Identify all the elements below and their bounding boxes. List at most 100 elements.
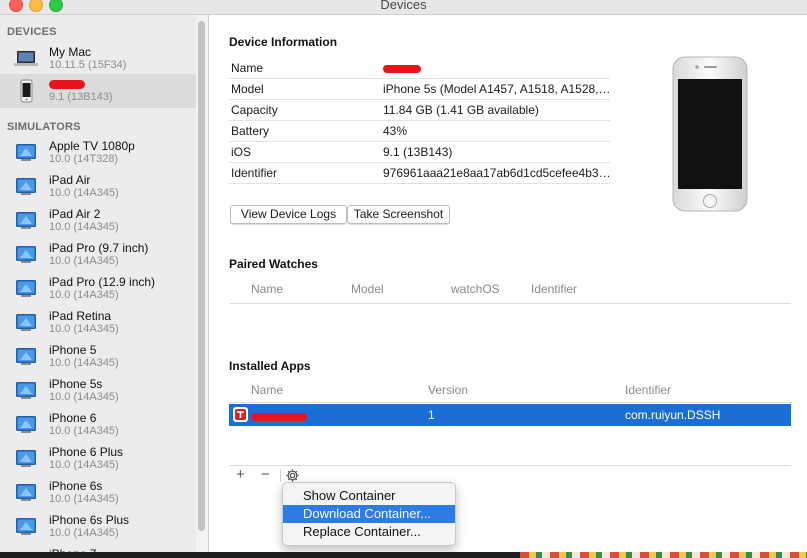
sidebar-item-simulator[interactable]: iPhone 5 10.0 (14A345) — [0, 340, 196, 374]
simulator-version: 10.0 (14A345) — [49, 289, 119, 301]
simulator-icon — [16, 348, 36, 365]
laptop-icon — [14, 51, 38, 66]
simulator-icon — [16, 178, 36, 195]
watch-column-model[interactable]: Model — [351, 282, 384, 296]
installed-app-row[interactable]: 1 com.ruiyun.DSSH — [229, 404, 791, 426]
sidebar-item-simulator[interactable]: iPhone 6 10.0 (14A345) — [0, 408, 196, 442]
container-context-menu: Show Container Download Container... Rep… — [282, 482, 456, 546]
simulator-icon — [16, 518, 36, 535]
device-info-label: iOS — [231, 145, 252, 159]
watch-column-identifier[interactable]: Identifier — [531, 282, 577, 296]
sidebar-item-simulator[interactable]: iPad Pro (12.9 inch) 10.0 (14A345) — [0, 272, 196, 306]
scrollbar-thumb[interactable] — [198, 21, 205, 531]
simulator-name: iPad Air — [49, 173, 91, 187]
apps-column-name[interactable]: Name — [251, 383, 283, 397]
device-info-label: Capacity — [231, 103, 278, 117]
devices-window: Devices DEVICES My Mac 10.11.5 (15F34) 9… — [0, 0, 807, 552]
apps-table-bottom-border — [229, 465, 791, 466]
sidebar-item-simulator[interactable]: iPad Air 2 10.0 (14A345) — [0, 204, 196, 238]
simulator-version: 10.0 (14A345) — [49, 459, 119, 471]
simulator-name: iPhone 6s — [49, 479, 103, 493]
installed-apps-header: Installed Apps — [229, 359, 311, 373]
window-title: Devices — [380, 0, 427, 12]
view-device-logs-button[interactable]: View Device Logs — [230, 205, 347, 224]
sidebar-item-simulator[interactable]: iPhone 6s 10.0 (14A345) — [0, 476, 196, 510]
iphone-device-image — [672, 56, 748, 212]
menu-item-show-container[interactable]: Show Container — [283, 487, 455, 505]
simulator-icon — [16, 450, 36, 467]
device-info-row: Name — [229, 57, 610, 79]
menu-item-download-container[interactable]: Download Container... — [283, 505, 455, 523]
device-info-label: Name — [231, 61, 264, 75]
device-info-row: Capacity 11.84 GB (1.41 GB available) — [229, 99, 610, 121]
device-info-row: Model iPhone 5s (Model A1457, A1518, A152… — [229, 78, 611, 100]
sidebar-item-simulator[interactable]: iPad Retina 10.0 (14A345) — [0, 306, 196, 340]
app-identifier: com.ruiyun.DSSH — [625, 408, 721, 422]
redaction-mark — [49, 80, 85, 90]
simulator-icon — [16, 144, 36, 161]
simulator-name: iPad Pro (12.9 inch) — [49, 275, 156, 289]
device-info-label: Identifier — [231, 166, 278, 180]
simulator-icon — [16, 382, 36, 399]
app-icon — [233, 407, 248, 422]
simulator-icon — [16, 416, 36, 433]
toolbar-divider — [280, 470, 281, 482]
watch-column-name[interactable]: Name — [251, 282, 283, 296]
menu-item-replace-container[interactable]: Replace Container... — [283, 523, 455, 541]
remove-app-button[interactable]: − — [261, 466, 270, 483]
simulator-version: 10.0 (14A345) — [49, 221, 119, 233]
sidebar-scrollbar[interactable] — [196, 15, 209, 552]
simulator-name: iPad Pro (9.7 inch) — [49, 241, 149, 255]
take-screenshot-button[interactable]: Take Screenshot — [347, 205, 450, 224]
simulator-name: iPad Air 2 — [49, 207, 101, 221]
device-info-row: Battery 43% — [229, 120, 610, 142]
device-info-value: 11.84 GB (1.41 GB available) — [383, 103, 539, 117]
devices-section-header: DEVICES — [7, 26, 57, 38]
apps-column-version[interactable]: Version — [428, 383, 468, 397]
apps-column-identifier[interactable]: Identifier — [625, 383, 671, 397]
sidebar-item-my-mac[interactable]: My Mac 10.11.5 (15F34) — [0, 42, 196, 76]
simulator-icon — [16, 212, 36, 229]
device-info-value: 43% — [383, 124, 408, 138]
simulator-version: 10.0 (14A345) — [49, 255, 119, 267]
device-info-label: Model — [231, 82, 264, 96]
simulator-name: iPad Retina — [49, 309, 112, 323]
sidebar-item-simulator[interactable]: Apple TV 1080p 10.0 (14T328) — [0, 136, 196, 170]
gear-icon[interactable] — [285, 468, 300, 483]
device-info-label: Battery — [231, 124, 270, 138]
iphone-icon — [20, 79, 33, 103]
watch-column-watchos[interactable]: watchOS — [451, 282, 500, 296]
sidebar-item-simulator[interactable]: iPad Air 10.0 (14A345) — [0, 170, 196, 204]
add-app-button[interactable]: + — [236, 466, 245, 483]
apps-header-divider — [229, 402, 791, 403]
device-info-row: Identifier 976961aaa21e8aa17ab6d1cd5cefee… — [229, 162, 611, 184]
device-name: My Mac — [49, 45, 91, 59]
sidebar-item-simulator[interactable]: iPad Pro (9.7 inch) 10.0 (14A345) — [0, 238, 196, 272]
sidebar-item-simulator[interactable]: iPhone 6s Plus 10.0 (14A345) — [0, 510, 196, 544]
app-version: 1 — [428, 408, 435, 422]
simulator-name: Apple TV 1080p — [49, 139, 135, 153]
device-info-value: iPhone 5s (Model A1457, A1518, A1528, A.… — [383, 82, 611, 96]
desktop-wallpaper-strip — [520, 552, 807, 558]
simulator-icon — [16, 280, 36, 297]
simulator-version: 10.0 (14T328) — [49, 153, 119, 165]
simulator-icon — [12, 550, 40, 552]
simulator-version: 10.0 (14A345) — [49, 527, 119, 539]
simulator-name: iPhone 5 — [49, 343, 97, 357]
sidebar-item-simulator[interactable]: iPhone 5s 10.0 (14A345) — [0, 374, 196, 408]
simulator-version: 10.0 (14A345) — [49, 323, 119, 335]
device-detail-pane: Device Information Name Model iPhone 5s (M… — [209, 15, 807, 552]
simulators-section-header: SIMULATORS — [7, 121, 81, 133]
device-info-value: 976961aaa21e8aa17ab6d1cd5cefee4b39... — [383, 166, 611, 180]
simulator-name: iPhone 5s — [49, 377, 103, 391]
simulator-icon — [16, 484, 36, 501]
sidebar-item-iphone[interactable]: 9.1 (13B143) — [0, 74, 196, 108]
title-bar: Devices — [0, 0, 807, 15]
simulator-name: iPhone 7 — [49, 547, 96, 552]
sidebar-item-simulator[interactable]: iPhone 6 Plus 10.0 (14A345) — [0, 442, 196, 476]
watches-header-divider — [229, 303, 791, 304]
sidebar-item-simulator[interactable]: iPhone 7 — [0, 544, 196, 552]
device-version: 9.1 (13B143) — [49, 91, 113, 103]
device-info-value — [383, 61, 611, 75]
device-info-row: iOS 9.1 (13B143) — [229, 141, 610, 163]
